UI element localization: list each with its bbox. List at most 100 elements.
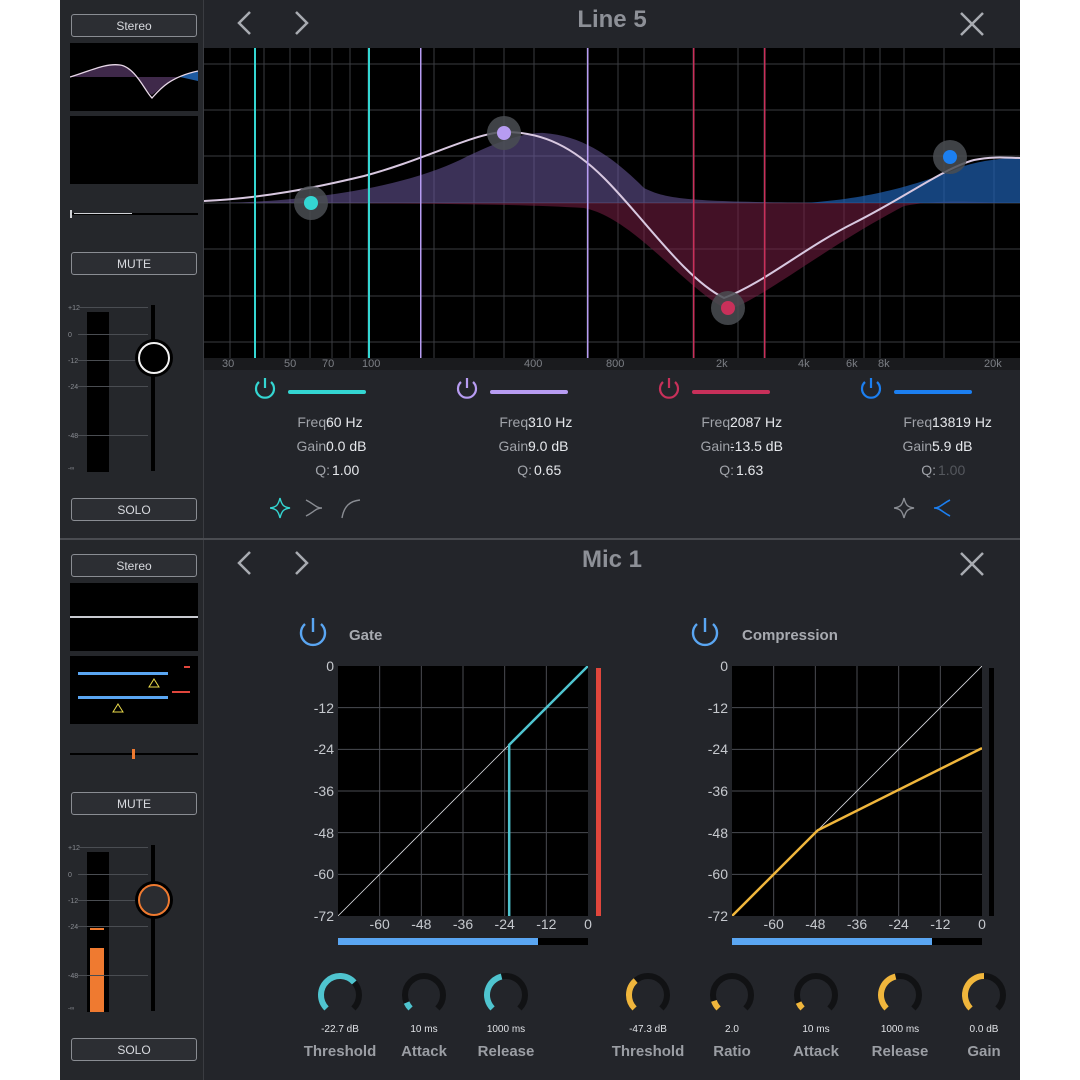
solo-button[interactable]: SOLO [71, 1038, 197, 1061]
compression-graph[interactable] [731, 665, 983, 917]
compression-input-meter [732, 938, 982, 945]
low-cut-icon[interactable] [341, 499, 361, 519]
close-icon [960, 552, 984, 576]
eq-thumbnail[interactable] [69, 43, 199, 111]
channel-strip-line5: Stereo MUTE +12 0 -12 -24 -48 -∞ SOLO [60, 0, 204, 538]
scale-line [78, 435, 148, 436]
compression-threshold-knob[interactable] [623, 970, 673, 1020]
power-icon[interactable] [656, 376, 682, 402]
y-tick-label: -24 [313, 741, 334, 758]
gain-label: Gain: [902, 438, 936, 454]
eq-band2-low-cutoff[interactable] [420, 48, 422, 358]
compression-release-knob[interactable] [875, 970, 925, 1020]
mute-button[interactable]: MUTE [71, 252, 197, 275]
gate-graph[interactable] [337, 665, 589, 917]
gate-curve-svg [337, 665, 589, 917]
scale-line [78, 926, 148, 927]
gate-threshold-knob[interactable] [315, 970, 365, 1020]
q-value[interactable]: 1.00 [332, 462, 359, 478]
scale-label: 0 [68, 332, 72, 339]
bell-filter-icon[interactable] [894, 497, 915, 519]
knob-label: Threshold [303, 1043, 377, 1060]
low-shelf-icon[interactable] [305, 499, 323, 517]
gain-label: Gain: [700, 438, 734, 454]
compression-gain-knob[interactable] [959, 970, 1009, 1020]
compression-power-icon[interactable] [688, 615, 722, 649]
mute-button[interactable]: MUTE [71, 792, 197, 815]
eq-band4-handle[interactable] [943, 150, 957, 164]
pan-slider[interactable] [70, 210, 198, 218]
eq-band1-high-cutoff[interactable] [368, 48, 370, 358]
gate-input-meter-fill [338, 938, 538, 945]
dynamics-thumbnail[interactable] [70, 116, 198, 184]
knob-value: 2.0 [725, 1024, 739, 1035]
freq-tick: 50 [284, 358, 297, 370]
eq-graph-svg [203, 48, 1021, 370]
freq-value[interactable]: 2087 Hz [730, 414, 782, 430]
knob-value: -22.7 dB [321, 1024, 359, 1035]
freq-value[interactable]: 310 Hz [528, 414, 572, 430]
knob-label: Ratio [713, 1043, 751, 1060]
fader-track[interactable] [151, 845, 155, 1011]
knob-value: 1000 ms [486, 1024, 526, 1035]
power-icon[interactable] [454, 376, 480, 402]
stereo-button[interactable]: Stereo [71, 14, 197, 37]
compression-input-meter-fill [732, 938, 932, 945]
close-button[interactable] [958, 550, 986, 578]
gate-label: Gate [349, 627, 383, 644]
knob-label: Threshold [611, 1043, 685, 1060]
pan-handle[interactable] [70, 210, 72, 218]
channel-title: Mic 1 [581, 546, 643, 573]
eq-band1-handle[interactable] [304, 196, 318, 210]
knob-track [710, 973, 754, 1011]
gate-attack-knob[interactable] [399, 970, 449, 1020]
knob-label: Release [477, 1043, 535, 1060]
fader-scale: +12 0 -12 -24 -48 -∞ [68, 300, 148, 480]
eq-band1-low-cutoff[interactable] [254, 48, 256, 358]
eq-graph[interactable]: 30 50 70 100 400 800 2k 4k 6k 8k 20k [203, 48, 1021, 370]
gain-value[interactable]: -13.5 dB [730, 438, 783, 454]
eq-band-2: Freq: 310 Hz Gain: 9.0 dB Q: 0.65 [454, 376, 624, 536]
eq-band3-handle[interactable] [721, 301, 735, 315]
eq-band2-handle[interactable] [497, 126, 511, 140]
fader-track[interactable] [151, 305, 155, 471]
pan-fill [74, 213, 132, 214]
close-button[interactable] [958, 10, 986, 38]
dynamics-thumbnail[interactable] [70, 656, 198, 724]
eq-band3-low-cutoff[interactable] [693, 48, 695, 358]
fader-knob[interactable] [138, 342, 170, 374]
stereo-button[interactable]: Stereo [71, 554, 197, 577]
compression-ratio-knob[interactable] [707, 970, 757, 1020]
y-tick-label: -48 [313, 824, 334, 841]
solo-button[interactable]: SOLO [71, 498, 197, 521]
power-icon[interactable] [252, 376, 278, 402]
bell-filter-icon[interactable] [270, 497, 291, 519]
freq-value[interactable]: 13819 Hz [932, 414, 992, 430]
scale-label: -∞ [68, 466, 75, 472]
q-value[interactable]: 1.63 [736, 462, 763, 478]
eq-band3-high-cutoff[interactable] [764, 48, 766, 358]
q-value[interactable]: 0.65 [534, 462, 561, 478]
freq-tick: 800 [606, 358, 625, 370]
power-icon[interactable] [858, 376, 884, 402]
y-tick-label: -72 [707, 908, 728, 924]
knob-value-arc [795, 1001, 805, 1011]
band-color-bar [894, 390, 972, 394]
knob-track [402, 973, 446, 1011]
compression-attack-knob[interactable] [791, 970, 841, 1020]
eq-thumbnail[interactable] [70, 583, 198, 651]
gain-value[interactable]: 0.0 dB [326, 438, 366, 454]
eq-band2-high-cutoff[interactable] [587, 48, 589, 358]
fader-knob[interactable] [138, 884, 170, 916]
pan-slider[interactable] [70, 749, 198, 759]
pan-handle[interactable] [132, 749, 135, 759]
gain-value[interactable]: 5.9 dB [932, 438, 972, 454]
gain-value[interactable]: 9.0 dB [528, 438, 568, 454]
high-shelf-icon[interactable] [933, 499, 951, 517]
gate-power-icon[interactable] [296, 615, 330, 649]
knob-value-arc [626, 978, 638, 1011]
freq-value[interactable]: 60 Hz [326, 414, 363, 430]
gate-release-knob[interactable] [481, 970, 531, 1020]
x-tick-label: -12 [536, 916, 557, 932]
knob-value: -47.3 dB [629, 1024, 667, 1035]
